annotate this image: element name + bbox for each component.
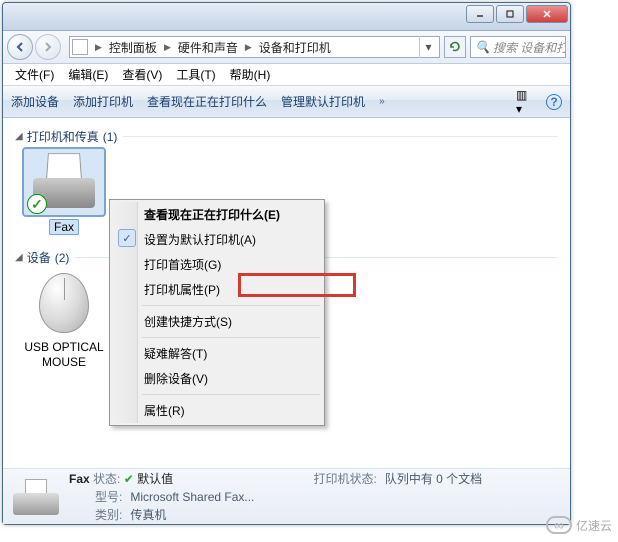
model-value: Microsoft Shared Fax... [130,490,560,504]
forward-button[interactable] [35,34,61,60]
minimize-button[interactable] [466,5,494,23]
watermark-text: 亿速云 [576,517,612,534]
help-icon[interactable]: ? [546,94,562,110]
see-printing-button[interactable]: 查看现在正在打印什么 [147,93,267,110]
group-label: 设备 [27,249,51,266]
details-pane: Fax 状态: ✔ 默认值 打印机状态: 队列中有 0 个文档 型号: Micr… [3,468,570,524]
fax-icon: ✓ [24,149,104,215]
mouse-icon [24,270,104,336]
add-printer-button[interactable]: 添加打印机 [73,93,133,110]
category-label: 类别: [69,506,122,523]
status-check-icon: ✔ [124,472,134,486]
view-options-icon[interactable]: ▥ ▾ [516,94,532,110]
nav-row: ▶ 控制面板 ▶ 硬件和声音 ▶ 设备和打印机 ▾ 🔍 搜索 设备和打... [3,31,570,64]
context-menu: 查看现在正在打印什么(E) ✓ 设置为默认打印机(A) 打印首选项(G) 打印机… [109,199,325,426]
group-count: (2) [55,251,70,265]
group-count: (1) [103,130,118,144]
details-name: Fax 状态: ✔ 默认值 [69,470,306,487]
cm-properties[interactable]: 属性(R) [112,398,322,423]
cm-set-default[interactable]: ✓ 设置为默认打印机(A) [112,227,322,252]
titlebar [3,3,570,31]
group-label: 打印机和传真 [27,128,99,145]
refresh-button[interactable] [444,36,466,58]
model-label: 型号: [69,488,122,505]
chevron-right-icon: ▶ [95,42,102,53]
menu-view[interactable]: 查看(V) [116,64,168,85]
menu-file[interactable]: 文件(F) [9,64,60,85]
add-device-button[interactable]: 添加设备 [11,93,59,110]
control-panel-icon [72,39,88,55]
cm-create-shortcut[interactable]: 创建快捷方式(S) [112,309,322,334]
address-bar[interactable]: ▶ 控制面板 ▶ 硬件和声音 ▶ 设备和打印机 ▾ [69,36,440,58]
group-header-printers[interactable]: ◢ 打印机和传真 (1) [15,128,558,145]
printer-status-value: 队列中有 0 个文档 [385,470,560,487]
device-label: USB OPTICAL MOUSE [19,340,109,369]
device-label: Fax [49,219,79,235]
maximize-button[interactable] [496,5,524,23]
breadcrumb-item[interactable]: 硬件和声音 [178,39,238,56]
chevron-right-icon: ▶ [245,42,252,53]
search-placeholder: 搜索 设备和打... [493,39,566,56]
manage-default-button[interactable]: 管理默认打印机 [281,93,365,110]
printer-icon [13,479,59,515]
default-check-icon: ✓ [27,194,47,214]
search-icon: 🔍 [475,40,490,54]
chevron-right-icon: ▶ [164,42,171,53]
cm-preferences[interactable]: 打印首选项(G) [112,252,322,277]
cm-see-printing[interactable]: 查看现在正在打印什么(E) [112,202,322,227]
cm-remove-device[interactable]: 删除设备(V) [112,366,322,391]
menu-bar: 文件(F) 编辑(E) 查看(V) 工具(T) 帮助(H) [3,64,570,86]
command-bar: 添加设备 添加打印机 查看现在正在打印什么 管理默认打印机 » ▥ ▾ ? [3,86,570,118]
search-input[interactable]: 🔍 搜索 设备和打... [470,36,566,58]
menu-edit[interactable]: 编辑(E) [62,64,114,85]
close-button[interactable] [526,5,568,23]
category-value: 传真机 [130,506,560,523]
printer-status-label: 打印机状态: [314,470,377,487]
back-button[interactable] [7,34,33,60]
menu-tools[interactable]: 工具(T) [170,64,221,85]
menu-help[interactable]: 帮助(H) [224,64,277,85]
address-dropdown[interactable]: ▾ [419,36,437,58]
check-icon: ✓ [118,229,136,247]
breadcrumb-item[interactable]: 控制面板 [109,39,157,56]
explorer-window: ▶ 控制面板 ▶ 硬件和声音 ▶ 设备和打印机 ▾ 🔍 搜索 设备和打... 文… [2,2,571,525]
collapse-icon: ◢ [15,131,23,142]
device-mouse[interactable]: USB OPTICAL MOUSE [19,270,109,369]
device-fax[interactable]: ✓ Fax [19,149,109,235]
cm-printer-properties[interactable]: 打印机属性(P) [112,277,322,302]
collapse-icon: ◢ [15,252,23,263]
cm-troubleshoot[interactable]: 疑难解答(T) [112,341,322,366]
breadcrumb-item[interactable]: 设备和打印机 [259,39,331,56]
overflow-button[interactable]: » [379,96,385,107]
